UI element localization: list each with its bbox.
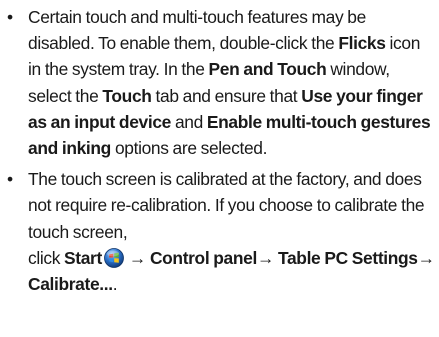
text-run: click [28,247,65,268]
text-run: and [170,111,207,132]
term-pen-and-touch: Pen and Touch [208,59,327,80]
term-calibrate: Calibrate... [28,274,113,295]
arrow-separator: → [256,247,278,268]
term-touch-tab: Touch [102,85,152,106]
term-start: Start [64,247,102,268]
list-item: • Certain touch and multi-touch features… [7,4,435,161]
text-run: Certain touch and multi-touch features m… [28,7,366,54]
windows-start-orb-icon [104,247,124,268]
term-flicks: Flicks [338,33,386,54]
arrow-separator: → [417,247,435,268]
term-control-panel: Control panel [149,247,257,268]
bullet-text: Certain touch and multi-touch features m… [28,7,431,159]
term-table-pc-settings: Table PC Settings [278,247,418,268]
list-item: • The touch screen is calibrated at the … [7,166,435,297]
instruction-list: • Certain touch and multi-touch features… [7,4,435,302]
bullet-icon: • [7,169,13,190]
document-page: • Certain touch and multi-touch features… [0,0,439,337]
text-run: The touch screen is calibrated at the fa… [28,169,425,242]
text-run: . [112,274,118,295]
text-run: options are selected. [110,138,268,159]
arrow-separator: → [124,247,150,268]
bullet-icon: • [7,7,13,27]
bullet-text: The touch screen is calibrated at the fa… [28,169,435,294]
text-run: tab and ensure that [151,85,302,106]
